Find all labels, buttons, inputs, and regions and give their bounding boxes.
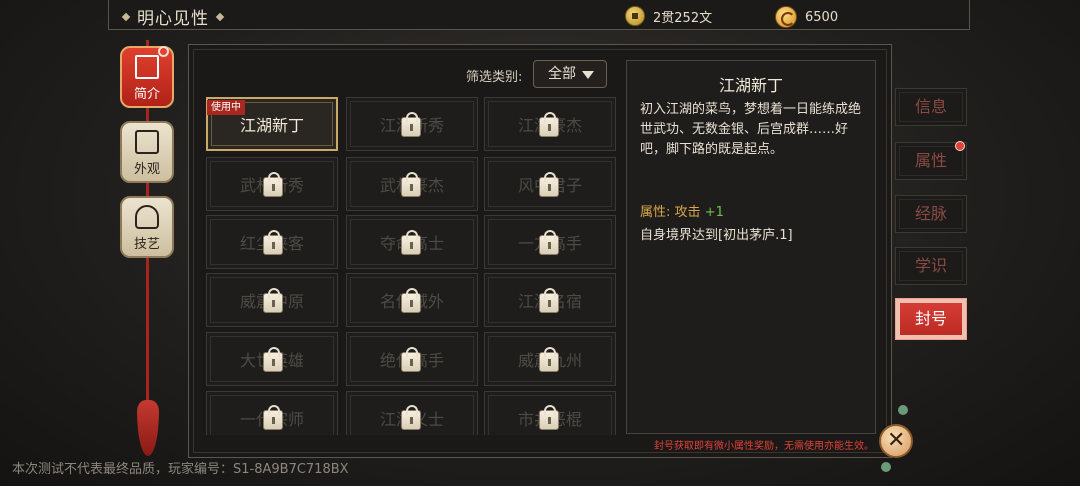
- lock-icon: [401, 230, 421, 255]
- tab-label: 属性: [914, 151, 947, 170]
- lock-icon: [401, 172, 421, 197]
- title-note: 封号获取即有微小属性奖励，无需使用亦能生效。: [654, 441, 874, 452]
- tab-titles[interactable]: 封号: [895, 298, 967, 340]
- tab-label: 学识: [914, 256, 947, 275]
- attr-name: 攻击: [674, 205, 701, 220]
- tab-label: 经脉: [914, 204, 947, 223]
- detail-title: 江湖新丁: [718, 76, 783, 95]
- lock-icon: [401, 405, 421, 430]
- close-icon: ✕: [887, 428, 906, 453]
- lock-icon: [539, 405, 559, 430]
- filter-selected: 全部: [548, 66, 576, 82]
- lock-icon: [263, 230, 283, 255]
- copper-amount: 2贯252文: [653, 10, 713, 26]
- filter-label: 筛选类别:: [466, 70, 523, 85]
- detail-description: 初入江湖的菜鸟，梦想着一日能练成绝世武功、无数金银、后宫成群……好吧，脚下路的既…: [640, 102, 862, 157]
- title-card-label: 江湖新丁: [239, 116, 304, 135]
- page-title-wrap: 明心见性: [121, 4, 225, 29]
- side-tab-label: 外观: [133, 162, 160, 177]
- page-title: 明心见性: [137, 9, 209, 29]
- tab-label: 信息: [914, 97, 947, 116]
- tassel-decoration: [137, 400, 159, 456]
- lock-icon: [263, 288, 283, 313]
- copper-currency: 2贯252文: [625, 6, 712, 26]
- title-grid: 江湖新丁 江湖新秀 江湖豪杰 武林新秀 武林豪杰 风中君子 红尘侠客 夺命高士 …: [206, 97, 618, 435]
- lock-icon: [263, 172, 283, 197]
- lock-icon: [401, 112, 421, 137]
- attr-label: 属性:: [640, 205, 671, 220]
- tab-info[interactable]: 信息: [895, 88, 967, 126]
- notification-dot: [158, 46, 169, 57]
- side-tab-label: 简介: [133, 87, 160, 102]
- tab-knowledge[interactable]: 学识: [895, 247, 967, 285]
- lock-icon: [401, 288, 421, 313]
- instrument-icon: [135, 205, 159, 229]
- bead-decoration: [898, 405, 908, 415]
- diamond-icon: [215, 12, 225, 21]
- lock-icon: [401, 347, 421, 372]
- tab-meridians[interactable]: 经脉: [895, 195, 967, 233]
- lock-icon: [539, 112, 559, 137]
- gold-amount: 6500: [805, 9, 839, 25]
- in-use-badge: 使用中: [207, 100, 245, 115]
- diamond-icon: [121, 12, 131, 21]
- attr-value: +1: [704, 205, 724, 220]
- detail-attribute: 属性: 攻击 +1: [640, 201, 724, 220]
- lock-icon: [539, 172, 559, 197]
- coin-icon: [625, 6, 645, 26]
- tab-label: 封号: [914, 309, 947, 328]
- book-icon: [135, 55, 159, 79]
- gold-ingot-icon: [775, 6, 797, 28]
- lock-icon: [539, 288, 559, 313]
- side-tab-skills[interactable]: 技艺: [120, 196, 174, 258]
- bead-decoration: [881, 462, 891, 472]
- lock-icon: [263, 405, 283, 430]
- lock-icon: [539, 347, 559, 372]
- top-bar: 明心见性 2贯252文 6500: [108, 0, 970, 30]
- lock-icon: [539, 230, 559, 255]
- side-tab-appearance[interactable]: 外观: [120, 121, 174, 183]
- gold-currency: 6500: [775, 6, 838, 28]
- close-button[interactable]: ✕: [879, 424, 913, 458]
- notification-dot: [955, 141, 965, 151]
- filter-dropdown[interactable]: 全部: [533, 60, 607, 88]
- test-watermark: 本次测试不代表最终品质，玩家编号：S1-8A9B7C718BX: [12, 462, 349, 477]
- detail-effect: 自身境界达到[初出茅庐.1]: [640, 228, 793, 243]
- side-tab-label: 技艺: [133, 237, 160, 252]
- frame-icon: [135, 130, 159, 154]
- lock-icon: [263, 347, 283, 372]
